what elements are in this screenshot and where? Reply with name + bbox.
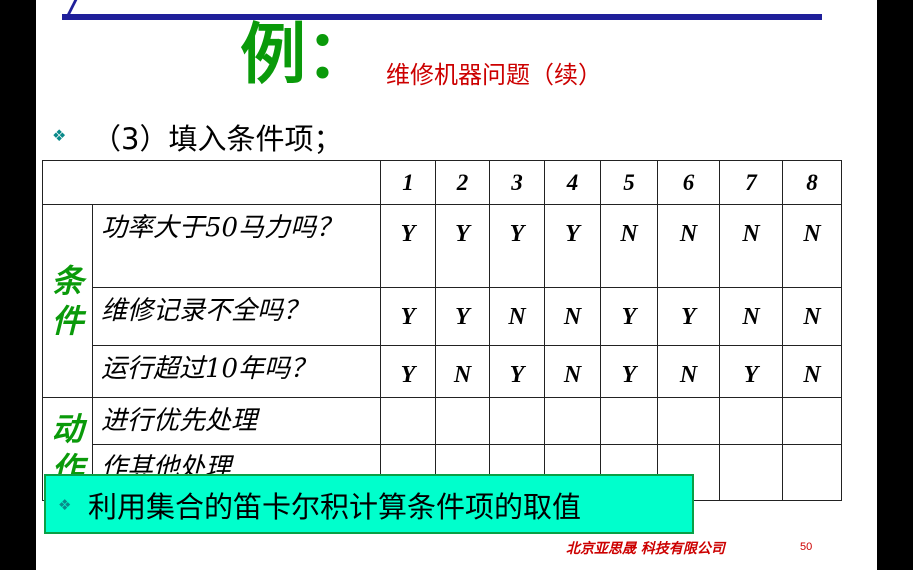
slide-subtitle: 维修机器问题（续） bbox=[386, 61, 602, 89]
condition-label: 功率大于50马力吗？ bbox=[92, 204, 381, 288]
cell bbox=[782, 444, 842, 501]
cell bbox=[719, 397, 783, 445]
cell bbox=[380, 397, 436, 445]
step-heading: （3）填入条件项； bbox=[92, 122, 343, 156]
right-black-bar bbox=[877, 0, 913, 570]
cell: N bbox=[719, 204, 783, 288]
column-number: 7 bbox=[719, 160, 783, 205]
cell: Y bbox=[489, 204, 545, 288]
column-number: 6 bbox=[657, 160, 720, 205]
title-char: 例 bbox=[240, 16, 306, 93]
decision-table: 1 2 3 4 5 6 7 8 条件 功率大于50马力吗？ Y Y Y Y N … bbox=[42, 160, 842, 501]
callout-box: ❖ 利用集合的笛卡尔积计算条件项的取值 bbox=[44, 474, 694, 534]
condition-row: 条件 功率大于50马力吗？ Y Y Y Y N N N N bbox=[42, 204, 842, 398]
cell bbox=[600, 397, 658, 445]
slide-title: 例： bbox=[240, 20, 372, 90]
cell: N bbox=[544, 345, 601, 398]
cell: Y bbox=[380, 204, 436, 288]
condition-label: 维修记录不全吗？ bbox=[92, 287, 381, 346]
column-number: 1 bbox=[380, 160, 436, 205]
cell: N bbox=[544, 287, 601, 346]
cell: Y bbox=[600, 287, 658, 346]
header-corner bbox=[42, 160, 381, 205]
cell: N bbox=[600, 204, 658, 288]
condition-row: 维修记录不全吗？ Y Y N N Y Y N N bbox=[43, 287, 842, 346]
column-number: 3 bbox=[489, 160, 545, 205]
cell: N bbox=[435, 345, 490, 398]
column-number: 5 bbox=[600, 160, 658, 205]
column-number: 2 bbox=[435, 160, 490, 205]
cell bbox=[435, 397, 490, 445]
diamond-bullet-icon: ❖ bbox=[52, 126, 67, 145]
page-number: 50 bbox=[800, 541, 813, 553]
cell bbox=[657, 397, 720, 445]
cell: Y bbox=[380, 345, 436, 398]
cell: N bbox=[657, 345, 720, 398]
cell: Y bbox=[600, 345, 658, 398]
company-footer: 北京亚思晟 科技有限公司 bbox=[566, 541, 725, 557]
title-colon: ： bbox=[306, 16, 372, 93]
cell bbox=[782, 397, 842, 445]
column-number: 8 bbox=[782, 160, 842, 205]
condition-group-label: 条件 bbox=[42, 204, 93, 398]
cell: N bbox=[489, 287, 545, 346]
condition-label: 运行超过10年吗？ bbox=[92, 345, 381, 398]
header-rule bbox=[62, 14, 822, 20]
cell: N bbox=[782, 287, 842, 346]
diamond-bullet-icon: ❖ bbox=[58, 496, 72, 514]
cell: N bbox=[782, 204, 842, 288]
cell: Y bbox=[435, 287, 490, 346]
cell: Y bbox=[380, 287, 436, 346]
condition-row: 运行超过10年吗？ Y N Y N Y N Y N bbox=[43, 345, 842, 398]
header-row: 1 2 3 4 5 6 7 8 bbox=[42, 160, 842, 205]
cell: Y bbox=[719, 345, 783, 398]
action-row: 动作 进行优先处理 bbox=[42, 397, 842, 501]
cell: N bbox=[657, 204, 720, 288]
cell bbox=[489, 397, 545, 445]
cell bbox=[544, 397, 601, 445]
callout-text: 利用集合的笛卡尔积计算条件项的取值 bbox=[88, 490, 582, 524]
cell bbox=[719, 444, 783, 501]
left-black-bar bbox=[0, 0, 36, 570]
cell: Y bbox=[657, 287, 720, 346]
cell: N bbox=[782, 345, 842, 398]
cell: Y bbox=[489, 345, 545, 398]
action-label: 进行优先处理 bbox=[92, 397, 381, 445]
cell: Y bbox=[435, 204, 490, 288]
column-number: 4 bbox=[544, 160, 601, 205]
cell: N bbox=[719, 287, 783, 346]
cell: Y bbox=[544, 204, 601, 288]
